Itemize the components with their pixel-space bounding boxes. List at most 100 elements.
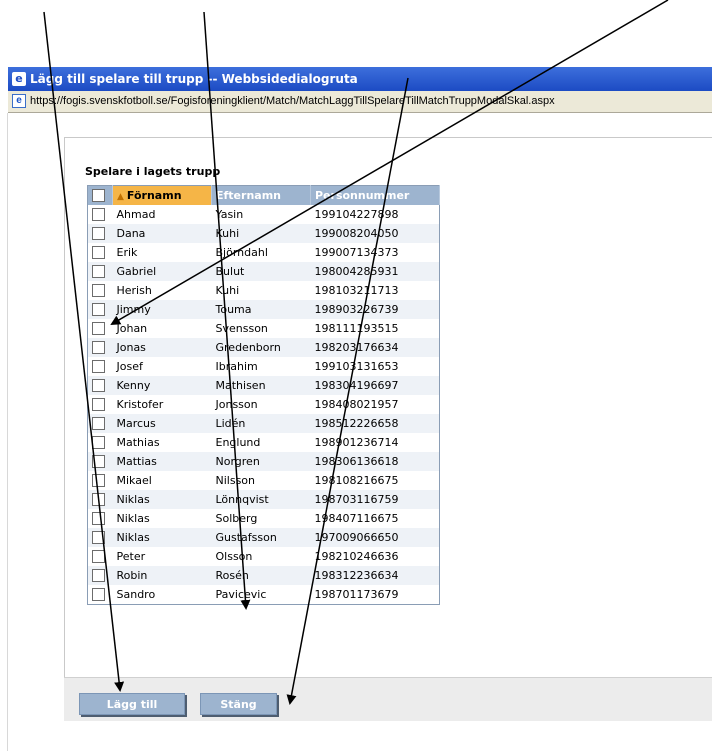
table-row[interactable]: Niklas Lönnqvist 198703116759 [87, 490, 440, 509]
row-select-cell[interactable] [87, 452, 113, 471]
row-checkbox[interactable] [92, 493, 105, 507]
row-checkbox[interactable] [92, 474, 105, 488]
personal-number-cell: 199007134373 [314, 246, 399, 259]
row-checkbox[interactable] [92, 417, 105, 431]
row-checkbox[interactable] [92, 531, 105, 545]
table-row[interactable]: Mikael Nilsson 198108216675 [88, 471, 440, 490]
table-row[interactable]: Robin Rosén 198312236634 [87, 566, 440, 585]
last-name-cell: Solberg [215, 512, 258, 525]
table-row[interactable]: Mattias Norgren 198306136618 [87, 452, 440, 471]
row-checkbox[interactable] [92, 284, 105, 298]
row-select-cell[interactable] [88, 205, 113, 224]
table-row[interactable]: Niklas Solberg 198407116675 [88, 509, 440, 528]
row-checkbox[interactable] [92, 455, 105, 469]
add-button[interactable]: Lägg till [79, 693, 185, 715]
sort-ascending-icon: ▲ [117, 192, 124, 202]
row-select-cell[interactable] [88, 395, 113, 414]
close-button[interactable]: Stäng [200, 693, 277, 715]
table-body: Ahmad Yasin 199104227898 Dana Kuhi 1990082040… [87, 205, 440, 605]
personal-number-cell: 198111193515 [314, 322, 399, 335]
row-checkbox[interactable] [92, 398, 105, 412]
first-name-cell: Kenny [112, 376, 212, 395]
row-checkbox[interactable] [92, 360, 105, 374]
row-select-cell[interactable] [88, 319, 113, 338]
row-select-cell[interactable] [87, 490, 113, 509]
select-all-header[interactable] [87, 185, 113, 205]
row-checkbox[interactable] [92, 246, 105, 260]
select-all-checkbox[interactable] [92, 189, 105, 203]
first-name-cell: Gabriel [112, 262, 212, 281]
row-checkbox[interactable] [92, 265, 105, 279]
table-row[interactable]: Johan Svensson 198111193515 [88, 319, 440, 338]
personal-number-cell: 198408021957 [314, 398, 399, 411]
row-checkbox[interactable] [92, 379, 105, 393]
row-select-cell[interactable] [87, 566, 113, 585]
row-select-cell[interactable] [87, 376, 113, 395]
row-select-cell[interactable] [88, 471, 113, 490]
table-row[interactable]: Kristofer Jonsson 198408021957 [88, 395, 440, 414]
table-row[interactable]: Marcus Lidén 198512226658 [87, 414, 440, 433]
row-checkbox[interactable] [92, 341, 105, 355]
row-checkbox[interactable] [92, 208, 105, 222]
table-row[interactable]: Josef Ibrahim 199103131653 [88, 357, 440, 376]
column-header-personal-number[interactable]: Personnummer [310, 185, 440, 205]
last-name-cell: Pavicevic [215, 588, 267, 601]
address-bar: e https://fogis.svenskfotboll.se/Fogisfo… [8, 91, 712, 113]
row-select-cell[interactable] [87, 262, 113, 281]
last-name-cell: Kuhi [215, 284, 240, 297]
row-checkbox[interactable] [92, 227, 105, 241]
personal-number-cell: 198108216675 [314, 474, 399, 487]
row-select-cell[interactable] [88, 281, 113, 300]
last-name-cell: Gredenborn [211, 338, 311, 357]
row-select-cell[interactable] [87, 528, 113, 547]
last-name-cell: Svensson [215, 322, 268, 335]
row-checkbox[interactable] [92, 303, 105, 317]
players-table: ▲ Förnamn Efternamn Personnummer Ahmad Yas… [87, 185, 440, 605]
first-name-cell: Niklas [112, 528, 212, 547]
row-select-cell[interactable] [88, 585, 113, 605]
row-select-cell[interactable] [87, 224, 113, 243]
row-checkbox[interactable] [92, 322, 105, 336]
table-row[interactable]: Ahmad Yasin 199104227898 [88, 205, 440, 224]
first-name-cell: Marcus [112, 414, 212, 433]
first-name-cell: Josef [116, 360, 143, 373]
row-select-cell[interactable] [88, 357, 113, 376]
row-select-cell[interactable] [88, 509, 113, 528]
row-checkbox[interactable] [92, 588, 105, 602]
last-name-cell: Nilsson [215, 474, 256, 487]
personal-number-cell: 198701173679 [314, 588, 399, 601]
row-select-cell[interactable] [88, 243, 113, 262]
ie-page-icon: e [12, 94, 26, 108]
first-name-cell: Sandro [116, 588, 156, 601]
personal-number-cell: 198901236714 [314, 436, 399, 449]
row-checkbox[interactable] [92, 550, 105, 564]
table-row[interactable]: Peter Olsson 198210246636 [88, 547, 440, 566]
table-row[interactable]: Jonas Gredenborn 198203176634 [87, 338, 440, 357]
table-row[interactable]: Erik Björndahl 199007134373 [88, 243, 440, 262]
row-select-cell[interactable] [88, 433, 113, 452]
table-row[interactable]: Jimmy Touma 198903226739 [87, 300, 440, 319]
table-row[interactable]: Gabriel Bulut 198004285931 [87, 262, 440, 281]
first-name-cell: Peter [116, 550, 146, 563]
row-select-cell[interactable] [87, 338, 113, 357]
first-name-cell: Jonas [112, 338, 212, 357]
last-name-cell: Olsson [215, 550, 253, 563]
column-header-first-name[interactable]: ▲ Förnamn [112, 185, 212, 205]
table-row[interactable]: Niklas Gustafsson 197009066650 [87, 528, 440, 547]
personal-number-cell: 199104227898 [314, 208, 399, 221]
table-row[interactable]: Mathias Englund 198901236714 [88, 433, 440, 452]
row-select-cell[interactable] [88, 547, 113, 566]
table-row[interactable]: Sandro Pavicevic 198701173679 [88, 585, 440, 605]
table-row[interactable]: Herish Kuhi 198103211713 [88, 281, 440, 300]
row-select-cell[interactable] [87, 414, 113, 433]
last-name-cell: Rosén [211, 566, 311, 585]
left-window-edge [0, 113, 8, 751]
row-select-cell[interactable] [87, 300, 113, 319]
row-checkbox[interactable] [92, 512, 105, 526]
table-row[interactable]: Dana Kuhi 199008204050 [87, 224, 440, 243]
column-header-last-name[interactable]: Efternamn [211, 185, 311, 205]
row-checkbox[interactable] [92, 436, 105, 450]
table-row[interactable]: Kenny Mathisen 198304196697 [87, 376, 440, 395]
row-checkbox[interactable] [92, 569, 105, 583]
personal-number-cell: 199103131653 [314, 360, 399, 373]
